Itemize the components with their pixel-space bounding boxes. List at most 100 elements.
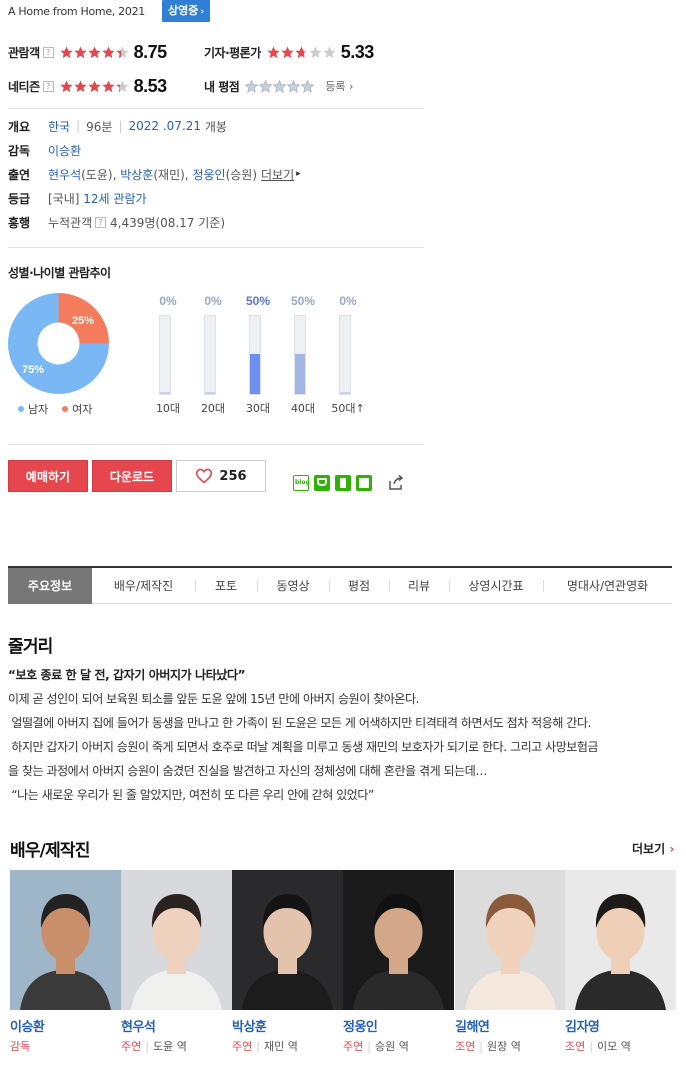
character-name: 도윤 역 xyxy=(152,1040,187,1053)
director-link[interactable]: 이승환 xyxy=(48,142,81,159)
star-rating-input[interactable] xyxy=(245,79,315,93)
more-label: 더보기 xyxy=(261,167,295,182)
cast-card[interactable]: 정웅인 주연 | 승원 역 xyxy=(343,870,454,1054)
cast-photo[interactable] xyxy=(121,870,232,1010)
cast-photo[interactable] xyxy=(232,870,343,1010)
legend-label: 여자 xyxy=(72,403,93,416)
cast-role: 주연 | 도윤 역 xyxy=(121,1038,232,1054)
age-bar-percent: 50% xyxy=(290,294,316,308)
star-icon[interactable] xyxy=(259,79,273,93)
cast-photo[interactable] xyxy=(10,870,121,1010)
star-icon[interactable] xyxy=(245,79,259,93)
divider xyxy=(8,247,424,248)
character-name: 승원 역 xyxy=(374,1040,409,1053)
tab-cast-crew[interactable]: 배우/제작진 xyxy=(92,568,195,604)
cast-more-link[interactable]: 더보기 xyxy=(261,166,294,183)
cast-card[interactable]: 김자영 조연 | 이모 역 xyxy=(565,870,676,1054)
grade-link[interactable]: 12세 관람가 xyxy=(83,190,146,207)
cast-card[interactable]: 박상훈 주연 | 재민 역 xyxy=(232,870,343,1054)
tab-showtimes[interactable]: 상영시간표 xyxy=(449,568,543,604)
help-icon[interactable]: ? xyxy=(42,46,54,58)
demographics-title: 성별·나이별 관람추이 xyxy=(8,266,111,280)
like-button[interactable]: 256 xyxy=(176,460,266,492)
star-icon xyxy=(88,80,101,93)
star-icon xyxy=(116,80,129,93)
divider xyxy=(8,444,424,445)
age-bar-percent: 0% xyxy=(159,294,177,308)
star-icon[interactable] xyxy=(273,79,287,93)
bookmark-share-icon[interactable] xyxy=(335,475,351,491)
blog-share-icon[interactable]: blog xyxy=(293,475,310,491)
cast-card[interactable]: 현우석 주연 | 도윤 역 xyxy=(121,870,232,1054)
cast-link[interactable]: 정웅인 xyxy=(192,166,225,183)
info-grade: 등급 [국내] 12세 관람가 xyxy=(8,186,428,210)
tab-photo[interactable]: 포토 xyxy=(195,568,257,604)
cast-role: 조연 | 원장 역 xyxy=(455,1038,566,1054)
rating-score: 8.53 xyxy=(133,75,168,96)
rating-label: 내 평점 xyxy=(204,79,240,94)
reserve-button[interactable]: 예매하기 xyxy=(8,460,88,492)
cast-photo[interactable] xyxy=(455,870,566,1010)
cast-name[interactable]: 이승환 xyxy=(10,1016,121,1035)
cast-more-link[interactable]: 더보기 › xyxy=(632,840,674,857)
cast-link[interactable]: 현우석 xyxy=(48,166,81,183)
cast-name[interactable]: 현우석 xyxy=(121,1016,232,1035)
tab-video[interactable]: 동영상 xyxy=(257,568,329,604)
download-button[interactable]: 다운로드 xyxy=(92,460,172,492)
star-icon xyxy=(102,46,115,59)
cast-name[interactable]: 길해연 xyxy=(455,1016,566,1035)
role-type: 조연 xyxy=(565,1040,586,1053)
cast-card[interactable]: 이승환 감독 xyxy=(10,870,121,1054)
character-name: 원장 역 xyxy=(486,1040,521,1053)
release-date-link[interactable]: 2022 .07.21 xyxy=(129,119,202,133)
star-icon[interactable] xyxy=(287,79,301,93)
synopsis-heading: 줄거리 xyxy=(8,637,53,657)
rating-mine: 내 평점 등록 › xyxy=(204,74,424,98)
star-icon xyxy=(116,46,129,59)
tab-quotes-related[interactable]: 명대사/연관영화 xyxy=(543,568,672,604)
star-icon xyxy=(60,80,73,93)
register-rating-link[interactable]: 등록 › xyxy=(325,78,353,94)
cast-name[interactable]: 김자영 xyxy=(565,1016,676,1035)
age-bar-label: 40대 xyxy=(290,402,316,415)
more-label: 더보기 xyxy=(632,842,666,856)
rating-label: 네티즌 xyxy=(8,79,40,94)
cast-link[interactable]: 박상훈 xyxy=(120,166,153,183)
age-bar-track xyxy=(294,315,306,395)
help-icon[interactable]: ? xyxy=(42,80,54,92)
tab-rating[interactable]: 평점 xyxy=(329,568,389,604)
age-bar-fill xyxy=(205,392,215,394)
cast-role: 주연 | 승원 역 xyxy=(343,1038,454,1054)
info-label: 출연 xyxy=(8,167,31,182)
tab-review[interactable]: 리뷰 xyxy=(389,568,449,604)
age-bar-label: 30대 xyxy=(245,402,271,415)
cast-photo[interactable] xyxy=(565,870,676,1010)
cast-card[interactable]: 길해연 조연 | 원장 역 xyxy=(455,870,566,1054)
tab-main-info[interactable]: 주요정보 xyxy=(8,567,92,604)
rating-label: 기자·평론가 xyxy=(204,45,261,60)
share-bar: blog xyxy=(293,474,405,492)
rating-score: 8.75 xyxy=(133,41,168,62)
role-type: 감독 xyxy=(10,1040,31,1053)
role-type: 주연 xyxy=(121,1040,142,1053)
cast-name[interactable]: 박상훈 xyxy=(232,1016,343,1035)
rating-netizen: 네티즌? 8.53 xyxy=(8,74,203,98)
country-link[interactable]: 한국 xyxy=(48,118,70,135)
synopsis-line: 하지만 갑자기 아버지 승원이 죽게 되면서 호주로 떠날 계획을 미루고 동생… xyxy=(8,740,599,754)
star-icon[interactable] xyxy=(301,79,315,93)
share-icon[interactable] xyxy=(387,474,405,492)
role-type: 주연 xyxy=(343,1040,364,1053)
info-label: 등급 xyxy=(8,191,31,206)
legend-dot xyxy=(18,406,24,412)
synopsis-body: 이제 곧 성인이 되어 보육원 퇴소를 앞둔 도윤 앞에 15년 만에 아버지 … xyxy=(8,687,678,807)
cast-name[interactable]: 정웅인 xyxy=(343,1016,454,1035)
help-icon[interactable]: ? xyxy=(95,216,107,228)
age-bar-track xyxy=(339,315,351,395)
cast-photo[interactable] xyxy=(343,870,454,1010)
divider xyxy=(8,108,424,109)
memo-share-icon[interactable] xyxy=(356,475,372,491)
status-badge[interactable]: 상영중 › xyxy=(162,0,211,22)
cafe-share-icon[interactable] xyxy=(314,475,330,491)
age-bar-label: 20대 xyxy=(200,402,226,415)
synopsis-line: 을 찾는 과정에서 아버지 승원이 숨겼던 진실을 발견하고 자신의 정체성에 … xyxy=(8,764,487,778)
